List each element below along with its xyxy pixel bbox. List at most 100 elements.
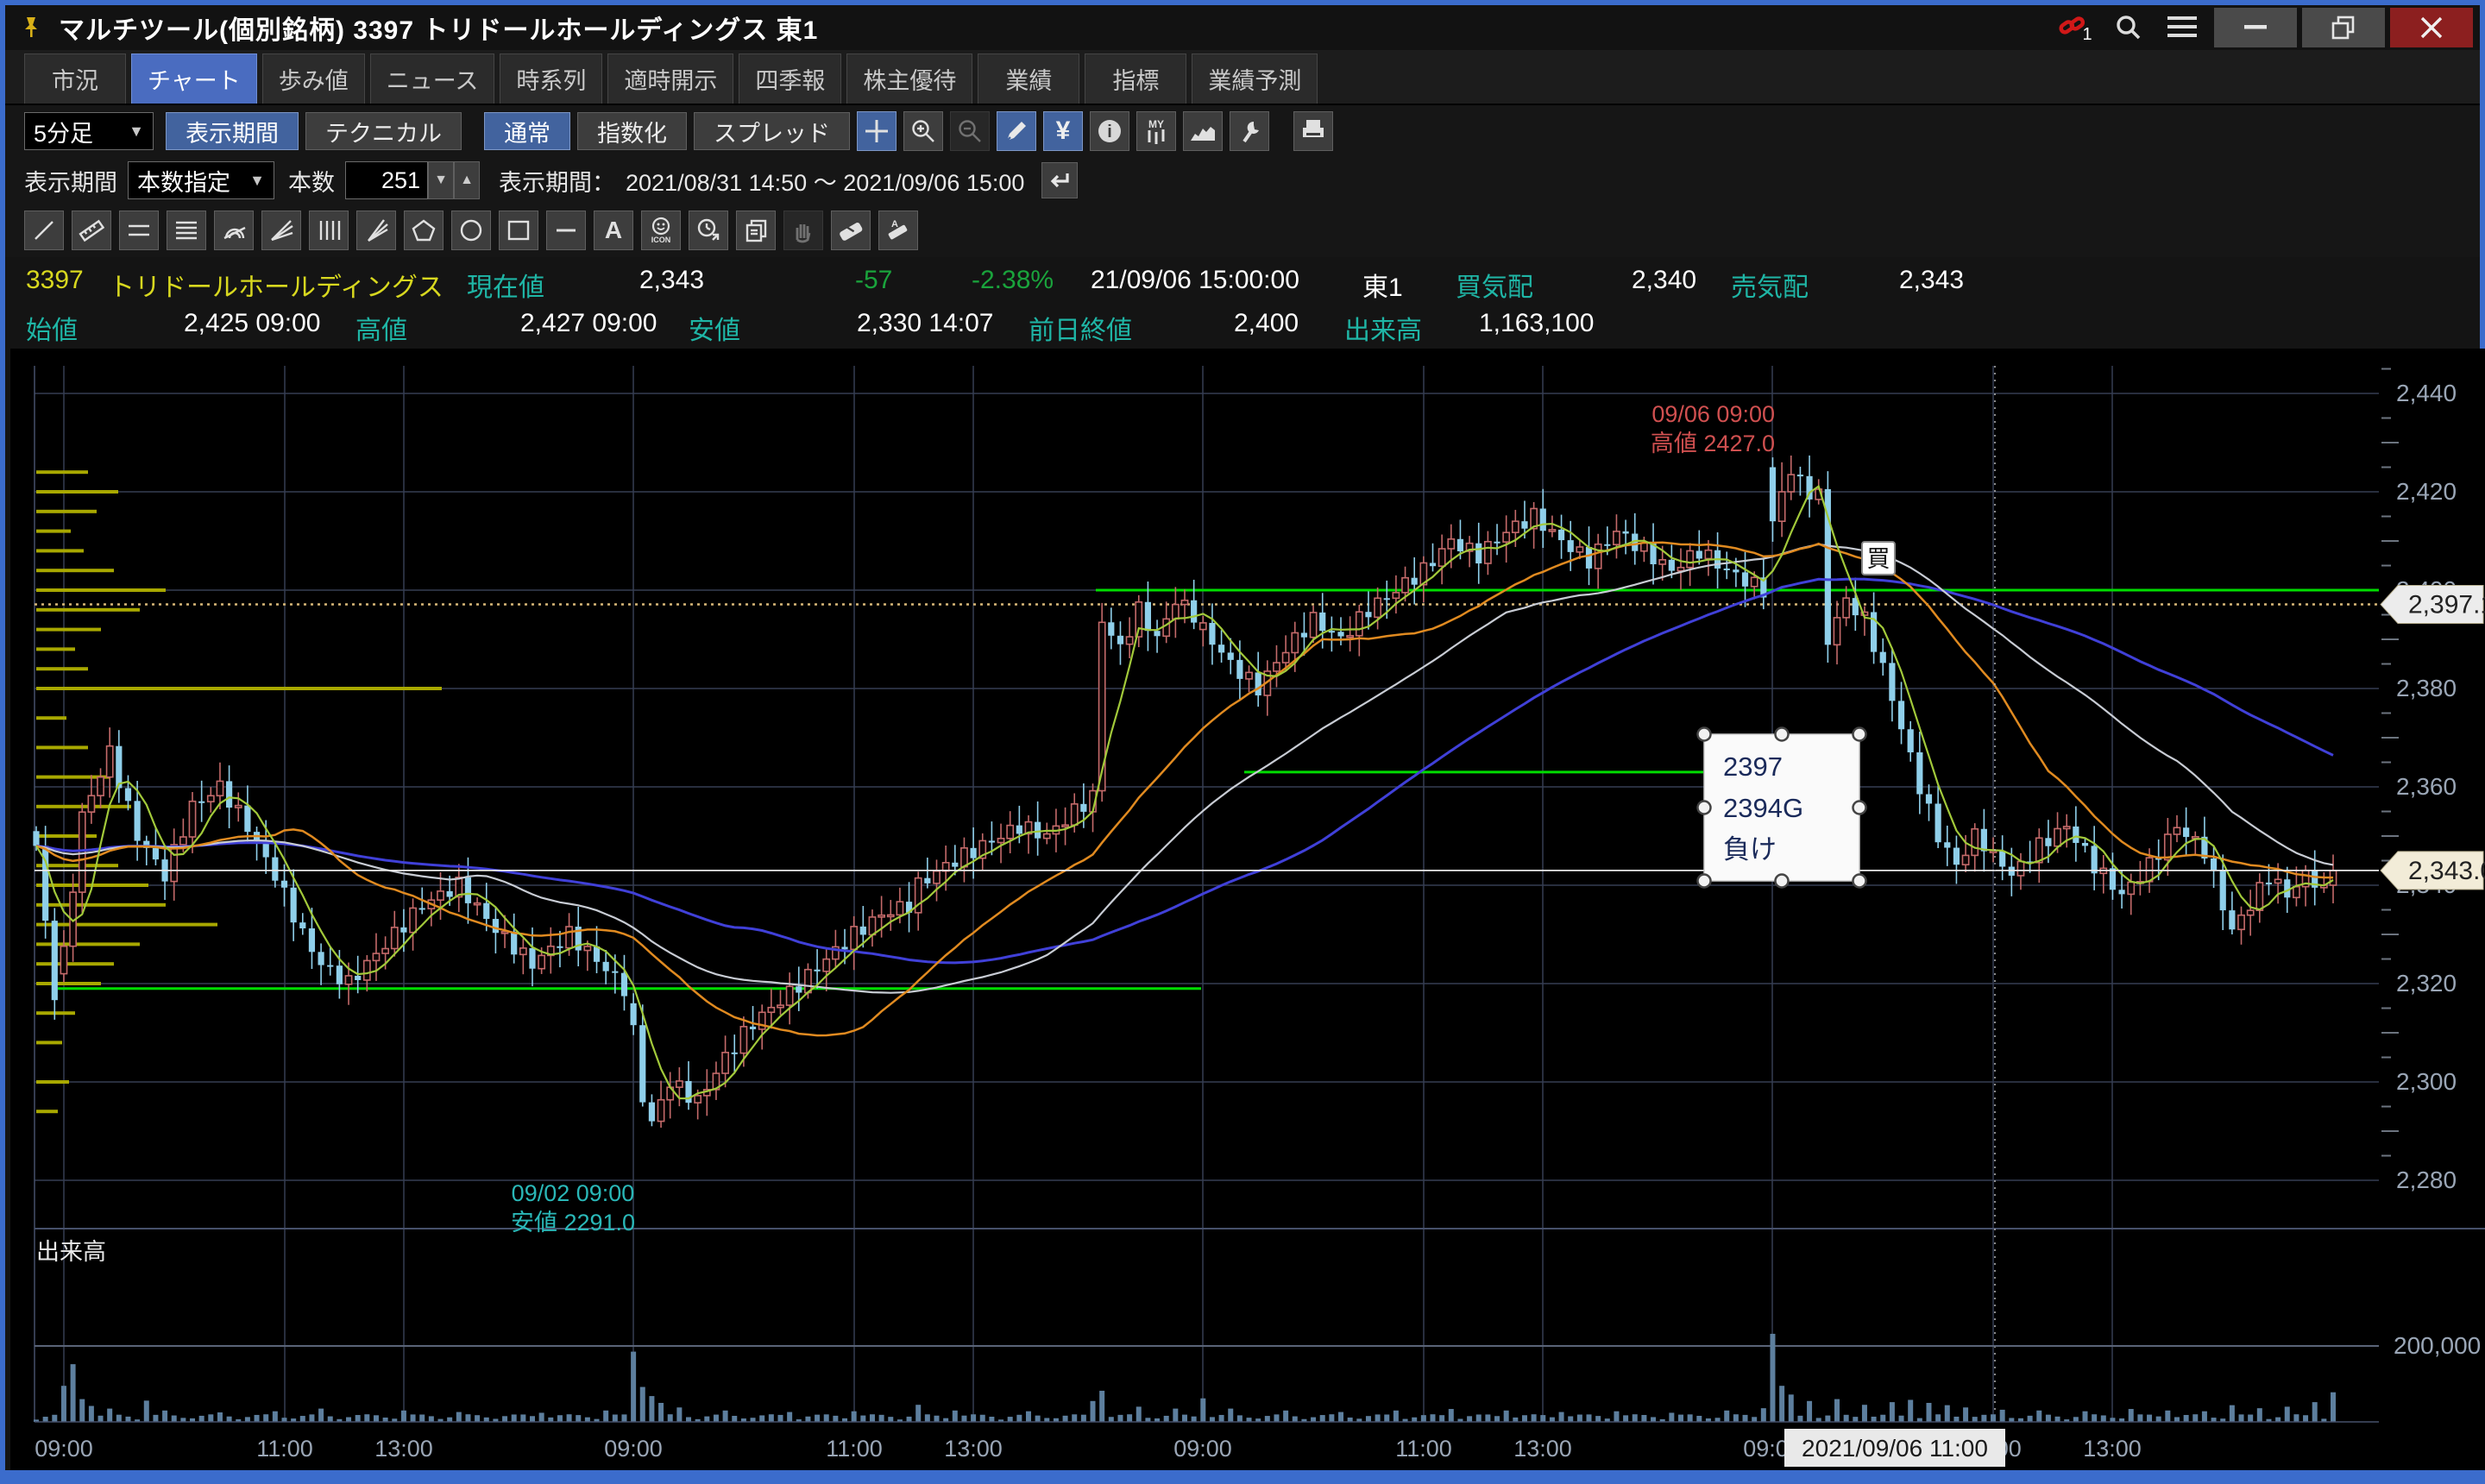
time-axis-label: 09:00 <box>1173 1436 1232 1462</box>
tab-2[interactable]: 歩み値 <box>262 53 365 104</box>
time-cycle-icon[interactable] <box>689 211 728 250</box>
volume-profile-bar <box>36 667 88 670</box>
minimize-icon[interactable] <box>2214 8 2297 47</box>
tab-7[interactable]: 株主優待 <box>846 53 972 104</box>
interval-select[interactable]: 5分足 ▼ <box>24 112 154 150</box>
selection-handle <box>1853 728 1866 741</box>
hsegment-icon[interactable] <box>546 211 586 250</box>
menu-icon[interactable] <box>2159 9 2205 47</box>
svg-text:2,343.0: 2,343.0 <box>2408 857 2485 885</box>
svg-text:2,320: 2,320 <box>2396 970 2457 997</box>
tab-8[interactable]: 業績 <box>978 53 1079 104</box>
copy-icon[interactable] <box>736 211 776 250</box>
stock-code: 3397 <box>26 266 84 295</box>
quote-row-1: 3397 トリドールホールディングス 現在値 2,343 -57 -2.38% … <box>5 266 2485 307</box>
ruler-icon[interactable] <box>72 211 111 250</box>
tab-3[interactable]: ニュース <box>370 53 495 104</box>
count-input[interactable]: 251 <box>345 161 428 199</box>
svg-text:2,440: 2,440 <box>2396 380 2457 406</box>
chevron-down-icon: ▼ <box>129 123 144 141</box>
parallel-lines-icon[interactable] <box>119 211 159 250</box>
link-icon[interactable]: 1 <box>2052 9 2098 47</box>
yen-icon[interactable]: ¥ <box>1043 111 1083 151</box>
chart-canvas[interactable]: 2,4402,4202,4002,3802,3602,3402,3202,300… <box>10 349 2485 1470</box>
fib-arcs-icon[interactable] <box>214 211 254 250</box>
count-up-icon[interactable]: ▲ <box>454 161 480 199</box>
crosshair-plus-icon[interactable] <box>857 111 896 151</box>
chart-toolbar: 5分足 ▼ 表示期間テクニカル通常指数化スプレッド ¥ i MY <box>5 105 2480 157</box>
rectangle-icon[interactable] <box>499 211 538 250</box>
time-axis-label: 13:00 <box>1513 1436 1572 1462</box>
restore-icon[interactable] <box>2302 8 2385 47</box>
volume-profile-bar <box>36 716 66 720</box>
app-window: マルチツール(個別銘柄) 3397 トリドールホールディングス 東1 1 市況チ… <box>0 0 2485 1484</box>
low-value: 2,330 14:07 <box>857 309 993 338</box>
tab-chart[interactable]: チャート <box>131 53 257 104</box>
speed-lines-icon[interactable] <box>356 211 396 250</box>
range-value: 2021/08/31 14:50 ～ 2021/09/06 15:00 <box>626 164 1024 198</box>
volume-profile-bar <box>36 745 88 749</box>
svg-text:2,380: 2,380 <box>2396 675 2457 701</box>
pentagon-icon[interactable] <box>404 211 444 250</box>
icon-stamp-icon[interactable]: ICON <box>641 211 681 250</box>
tab-9[interactable]: 指標 <box>1085 53 1186 104</box>
ellipse-icon[interactable] <box>451 211 491 250</box>
zoom-out-icon[interactable] <box>950 111 990 151</box>
eraser-all-icon[interactable]: A <box>878 211 918 250</box>
toolbar-button-2[interactable]: 通常 <box>484 112 570 150</box>
time-axis-label: 11:00 <box>1395 1436 1452 1462</box>
stock-name: トリドールホールディングス <box>109 266 444 304</box>
tab-10[interactable]: 業績予測 <box>1192 53 1318 104</box>
ask-price: 2,343 <box>1899 266 1964 295</box>
toolbar-button-1[interactable]: テクニカル <box>305 112 462 150</box>
toolbar-button-0[interactable]: 表示期間 <box>166 112 299 150</box>
text-icon[interactable]: A <box>594 211 633 250</box>
selection-handle <box>1698 875 1711 888</box>
zoom-in-icon[interactable] <box>903 111 943 151</box>
volume-label: 出来高 <box>1344 309 1422 347</box>
search-icon[interactable] <box>2105 9 2152 47</box>
selection-handle <box>1776 875 1789 888</box>
volume-profile-bar <box>36 549 84 552</box>
my-indicator-icon[interactable]: MY <box>1136 111 1176 151</box>
multi-hlines-icon[interactable] <box>167 211 206 250</box>
svg-text:2021/09/06 11:00: 2021/09/06 11:00 <box>1802 1435 1988 1462</box>
quote-datetime: 21/09/06 15:00:00 <box>1091 266 1299 295</box>
volume-profile-bar <box>36 982 101 985</box>
tab-5[interactable]: 適時開示 <box>607 53 733 104</box>
hand-icon[interactable] <box>783 211 823 250</box>
close-icon[interactable] <box>2390 8 2473 47</box>
svg-text:2,397.1: 2,397.1 <box>2408 591 2485 619</box>
area-chart-icon[interactable] <box>1183 111 1223 151</box>
prevclose-label: 前日終値 <box>1029 309 1132 347</box>
ask-label: 売気配 <box>1731 266 1809 304</box>
vertical-lines-icon[interactable] <box>309 211 349 250</box>
reset-arrow-icon[interactable] <box>1041 162 1078 198</box>
eraser-icon[interactable] <box>831 211 871 250</box>
trendline-icon[interactable] <box>24 211 64 250</box>
wrench-icon[interactable] <box>1230 111 1269 151</box>
volume-profile-bar <box>36 1041 62 1044</box>
svg-text:i: i <box>1107 123 1112 141</box>
info-icon[interactable]: i <box>1090 111 1129 151</box>
time-axis-label: 13:00 <box>2083 1436 2142 1462</box>
tab-6[interactable]: 四季報 <box>739 53 841 104</box>
fan-lines-icon[interactable] <box>261 211 301 250</box>
count-down-icon[interactable]: ▼ <box>428 161 454 199</box>
high-label: 高値 <box>355 309 407 347</box>
svg-text:負け: 負け <box>1723 834 1777 865</box>
count-mode-select[interactable]: 本数指定 ▼ <box>128 161 274 199</box>
toolbar-button-4[interactable]: スプレッド <box>694 112 850 150</box>
pencil-icon[interactable] <box>997 111 1036 151</box>
toolbar-button-3[interactable]: 指数化 <box>577 112 687 150</box>
exchange: 東1 <box>1362 266 1403 304</box>
svg-text:A: A <box>891 219 898 230</box>
pin-icon[interactable] <box>16 9 47 47</box>
current-price: 2,343 <box>639 266 704 295</box>
stock-chart-svg[interactable]: 2,4402,4202,4002,3802,3602,3402,3202,300… <box>10 349 2485 1470</box>
volume-profile-bar <box>36 1110 58 1113</box>
printer-icon[interactable] <box>1293 111 1333 151</box>
tab-0[interactable]: 市況 <box>24 53 126 104</box>
price-change-pct: -2.38% <box>972 266 1054 295</box>
tab-4[interactable]: 時系列 <box>500 53 602 104</box>
